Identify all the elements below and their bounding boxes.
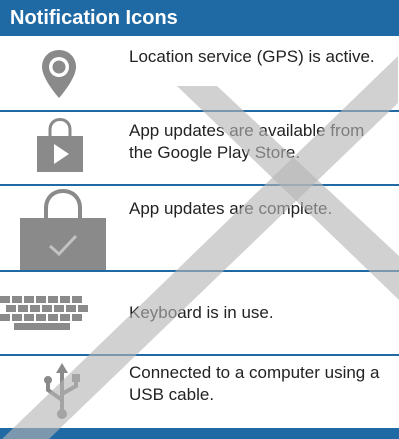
row-description: Keyboard is in use.: [129, 303, 274, 322]
icon-cell: [0, 272, 118, 356]
footer-band: [0, 428, 399, 439]
icon-cell: [0, 112, 118, 186]
section-header: Notification Icons: [0, 0, 399, 36]
play-store-bag-icon: [37, 118, 83, 172]
usb-icon: [44, 363, 80, 419]
location-pin-icon: [42, 50, 76, 98]
notification-row-updates-complete: App updates are complete.: [0, 186, 399, 272]
notification-row-usb: Connected to a computer using a USB cabl…: [0, 356, 399, 428]
icon-cell: [0, 356, 118, 428]
row-description: App updates are available from the Googl…: [129, 121, 365, 162]
notification-row-keyboard: Keyboard is in use.: [0, 272, 399, 356]
notification-row-updates-available: App updates are available from the Googl…: [0, 112, 399, 186]
icon-cell: [0, 186, 118, 272]
notification-row-gps: Location service (GPS) is active.: [0, 36, 399, 112]
row-description: App updates are complete.: [129, 199, 333, 218]
icon-cell: [0, 36, 118, 112]
section-title: Notification Icons: [10, 7, 178, 29]
play-store-check-icon: [20, 188, 106, 270]
row-description: Connected to a computer using a USB cabl…: [129, 363, 380, 404]
keyboard-icon: [0, 296, 88, 330]
row-description: Location service (GPS) is active.: [129, 47, 375, 66]
